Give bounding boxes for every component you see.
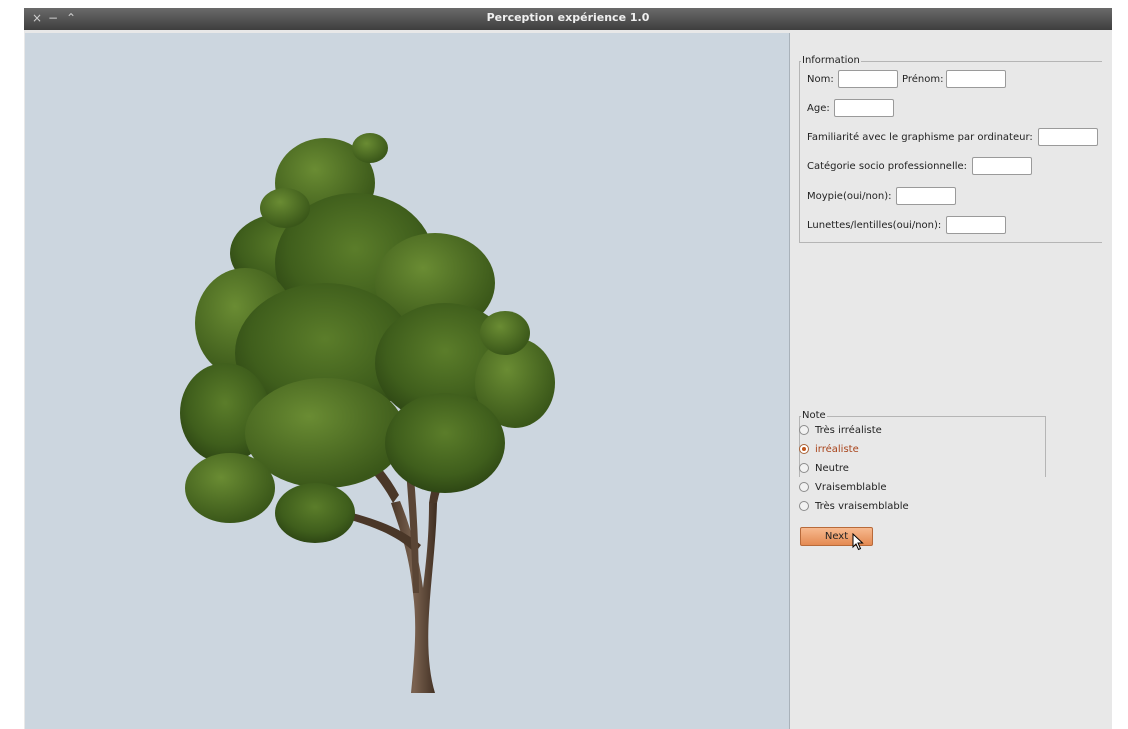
myopie-label: Moypie(oui/non): — [807, 191, 892, 202]
lunettes-label: Lunettes/lentilles(oui/non): — [807, 220, 942, 231]
nom-input[interactable] — [838, 70, 898, 88]
tree-image — [180, 133, 555, 693]
note-option-radio[interactable]: Vraisemblable — [799, 479, 887, 495]
window-title: Perception expérience 1.0 — [486, 11, 650, 24]
title-bar: × − ⌃ Perception expérience 1.0 — [24, 8, 1112, 30]
radio-button-icon[interactable] — [799, 444, 809, 454]
note-option-radio[interactable]: Neutre — [799, 460, 849, 476]
note-option-radio[interactable]: Très irréaliste — [799, 422, 882, 438]
familiarite-input[interactable] — [1038, 128, 1098, 146]
note-option-label: irréaliste — [815, 443, 859, 455]
radio-button-icon[interactable] — [799, 501, 809, 511]
age-input[interactable] — [834, 99, 894, 117]
categorie-input[interactable] — [972, 157, 1032, 175]
note-option-label: Très vraisemblable — [815, 500, 909, 512]
familiarite-label: Familiarité avec le graphisme par ordina… — [807, 132, 1033, 143]
radio-button-icon[interactable] — [799, 482, 809, 492]
lunettes-input[interactable] — [946, 216, 1006, 234]
tree-viewport[interactable] — [25, 33, 790, 729]
note-option-radio[interactable]: irréaliste — [799, 441, 859, 457]
nom-label: Nom: — [807, 74, 834, 85]
note-option-label: Neutre — [815, 462, 849, 474]
mouse-cursor-icon — [852, 533, 864, 551]
prenom-label: Prénom: — [902, 74, 944, 85]
note-option-label: Très irréaliste — [815, 424, 882, 436]
myopie-input[interactable] — [896, 187, 956, 205]
note-option-radio[interactable]: Très vraisemblable — [799, 498, 909, 514]
note-legend: Note — [801, 410, 827, 421]
radio-button-icon[interactable] — [799, 425, 809, 435]
side-panel: Information Nom: Prénom: Age: Familiarit… — [790, 30, 1112, 729]
note-option-label: Vraisemblable — [815, 481, 887, 493]
app-window: × − ⌃ Perception expérience 1.0 Informat… — [24, 8, 1112, 729]
categorie-label: Catégorie socio professionnelle: — [807, 161, 968, 172]
radio-button-icon[interactable] — [799, 463, 809, 473]
age-label: Age: — [807, 103, 830, 114]
prenom-input[interactable] — [946, 70, 1006, 88]
information-legend: Information — [801, 55, 861, 66]
